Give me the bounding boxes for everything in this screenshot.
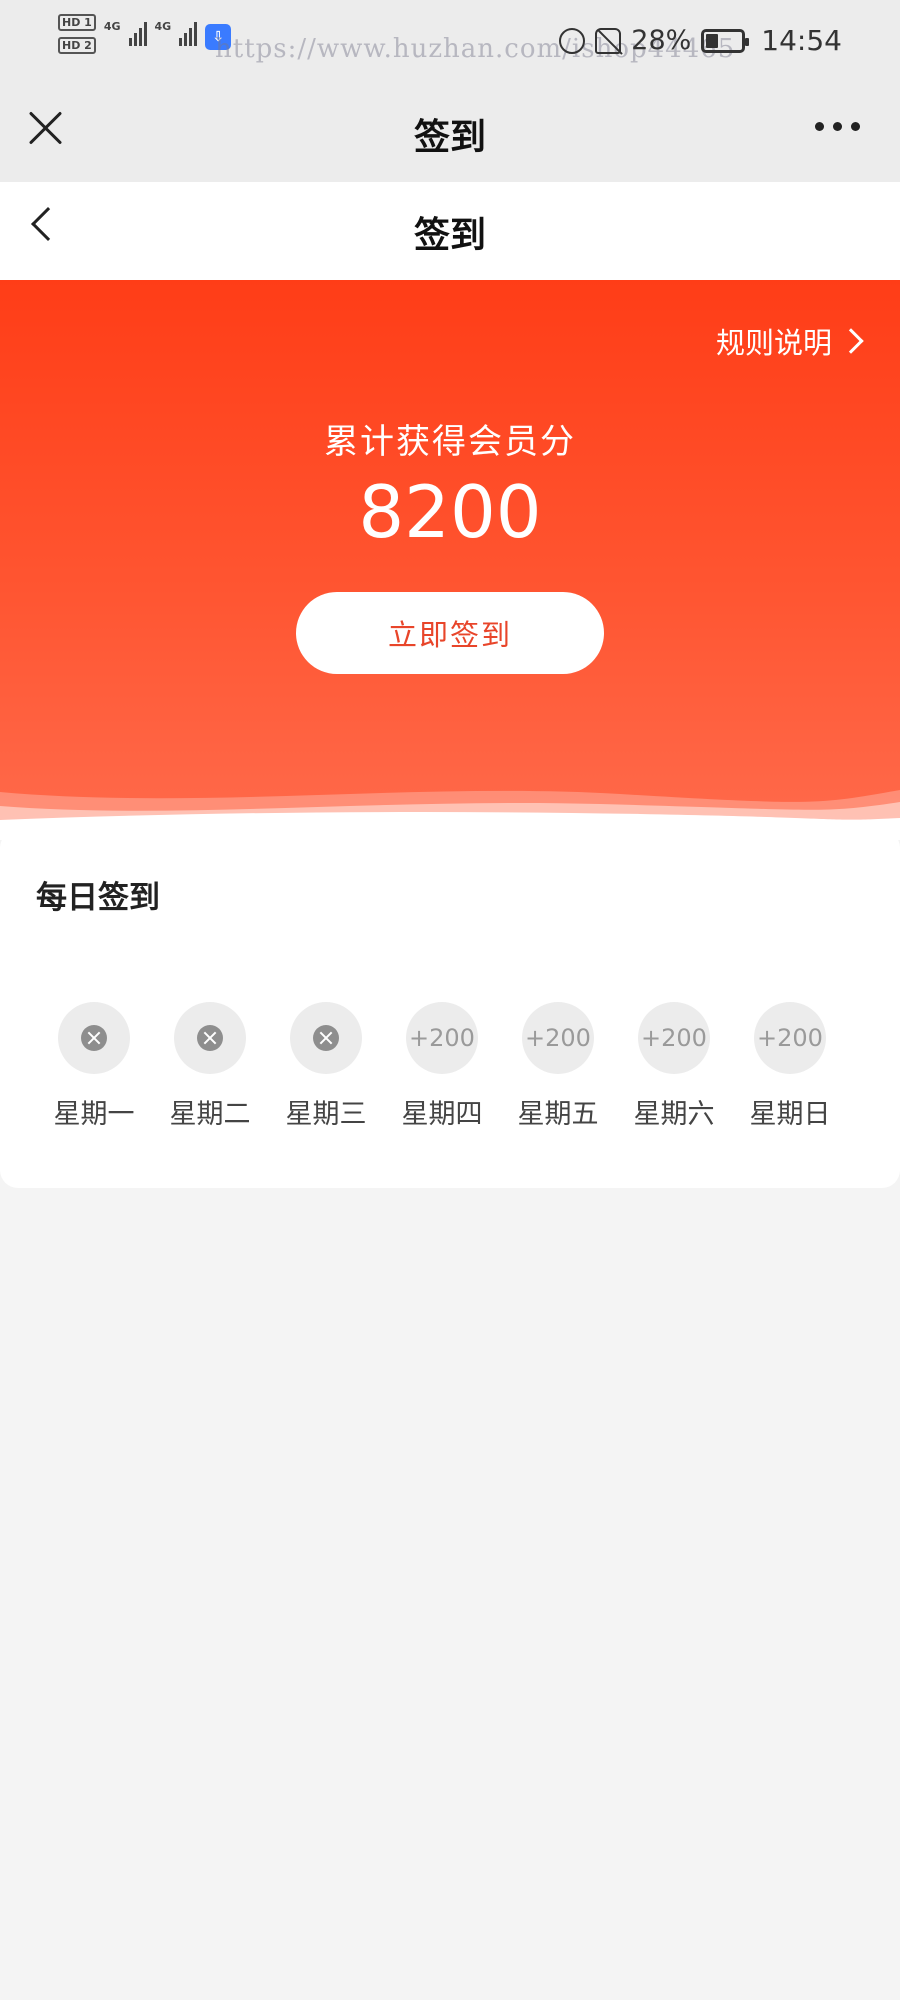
weekday-item[interactable]: +200 星期六 bbox=[616, 1002, 732, 1131]
weekday-item[interactable]: 星期三 bbox=[268, 1002, 384, 1131]
reward-circle: +200 bbox=[754, 1002, 826, 1074]
status-bar: HD 1 HD 2 4G 4G ⇩ https://www.huzhan.com… bbox=[0, 0, 900, 82]
page-title: 签到 bbox=[413, 215, 486, 256]
weekday-label: 星期三 bbox=[285, 1099, 367, 1130]
close-circle-icon bbox=[313, 1025, 339, 1051]
missed-day-circle bbox=[290, 1002, 362, 1074]
more-options-icon[interactable] bbox=[815, 122, 860, 131]
network-type-2: 4G bbox=[154, 20, 172, 33]
weekday-item[interactable]: +200 星期四 bbox=[384, 1002, 500, 1131]
reward-circle: +200 bbox=[406, 1002, 478, 1074]
checkin-button[interactable]: 立即签到 bbox=[296, 592, 604, 674]
alarm-icon bbox=[559, 27, 586, 54]
missed-day-circle bbox=[58, 1002, 130, 1074]
battery-percent: 28% bbox=[631, 25, 692, 56]
daily-checkin-title: 每日签到 bbox=[36, 880, 160, 916]
weekday-label: 星期五 bbox=[517, 1099, 599, 1130]
rules-label: 规则说明 bbox=[715, 326, 832, 360]
weekday-label: 星期四 bbox=[401, 1099, 483, 1130]
hd1-badge: HD 1 bbox=[58, 14, 96, 31]
weekday-label: 星期一 bbox=[53, 1099, 135, 1130]
weekday-label: 星期二 bbox=[169, 1099, 251, 1130]
weekday-item[interactable]: +200 星期五 bbox=[500, 1002, 616, 1131]
points-banner: 规则说明 累计获得会员分 8200 立即签到 bbox=[0, 280, 900, 840]
hd2-badge: HD 2 bbox=[58, 37, 96, 54]
bell-off-icon bbox=[595, 27, 622, 54]
webview-title: 签到 bbox=[413, 117, 486, 158]
reward-circle: +200 bbox=[522, 1002, 594, 1074]
signal-icon-2 bbox=[179, 20, 198, 46]
points-label: 累计获得会员分 bbox=[324, 422, 576, 462]
battery-icon bbox=[701, 28, 750, 53]
signal-icon bbox=[128, 20, 147, 46]
status-time: 14:54 bbox=[761, 24, 842, 57]
weekday-list: 星期一 星期二 星期三 +200 星期四 +200 星期五 +200 星期六 +200 星期日 bbox=[0, 1002, 900, 1142]
missed-day-circle bbox=[174, 1002, 246, 1074]
weekday-item[interactable]: +200 星期日 bbox=[732, 1002, 848, 1131]
weekday-label: 星期六 bbox=[633, 1099, 715, 1130]
webview-header: 签到 bbox=[0, 82, 900, 182]
page-header: 签到 bbox=[0, 182, 900, 280]
status-right: 28% 14:54 bbox=[559, 24, 842, 57]
close-circle-icon bbox=[197, 1025, 223, 1051]
rules-link[interactable]: 规则说明 bbox=[715, 320, 864, 362]
reward-circle: +200 bbox=[638, 1002, 710, 1074]
network-type-1: 4G bbox=[103, 20, 121, 33]
status-left: HD 1 HD 2 4G 4G ⇩ bbox=[58, 14, 232, 54]
chevron-right-icon bbox=[838, 328, 864, 354]
weekday-label: 星期日 bbox=[749, 1099, 831, 1130]
weekday-item[interactable]: 星期一 bbox=[36, 1002, 152, 1131]
hd-indicators: HD 1 HD 2 bbox=[58, 14, 96, 54]
points-value: 8200 bbox=[358, 470, 542, 554]
weekday-item[interactable]: 星期二 bbox=[152, 1002, 268, 1131]
daily-checkin-card: 每日签到 星期一 星期二 星期三 +200 星期四 +200 星期五 +200 星期六 +200 星… bbox=[0, 830, 900, 1188]
close-circle-icon bbox=[81, 1025, 107, 1051]
